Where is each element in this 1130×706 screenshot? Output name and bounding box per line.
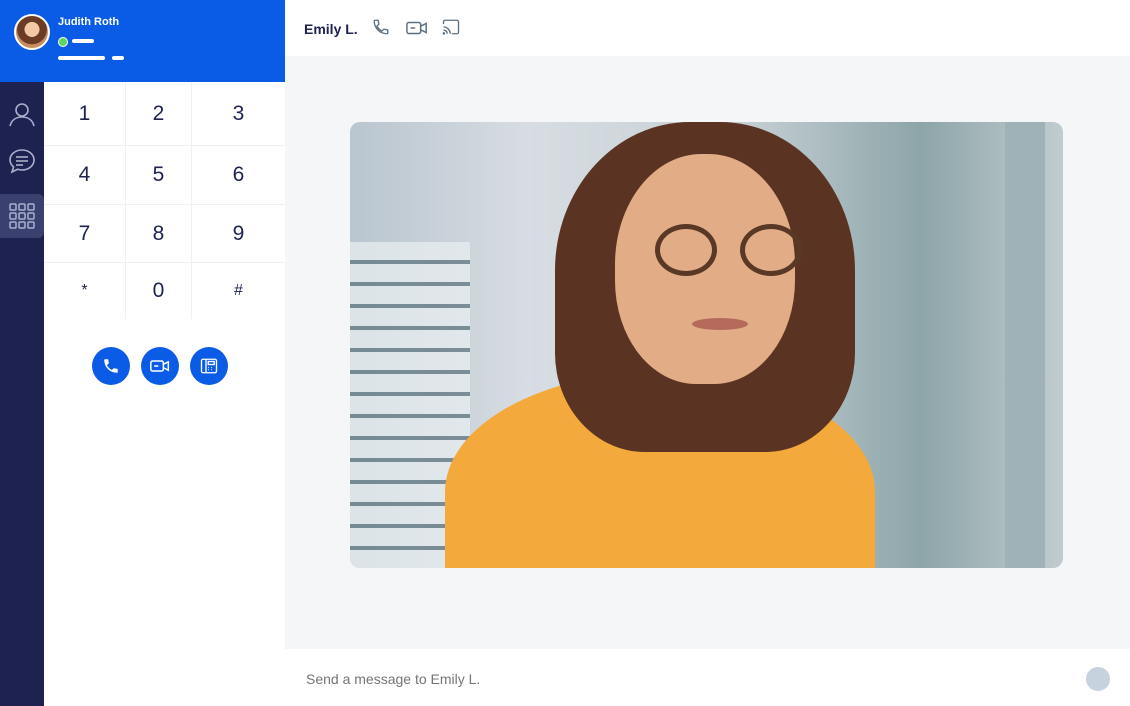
status-indicator <box>58 37 68 47</box>
participant-lips <box>692 318 748 330</box>
dialpad-keys: 1 2 3 4 5 6 7 8 9 * 0 # <box>44 82 285 319</box>
dialpad-panel: 1 2 3 4 5 6 7 8 9 * 0 # <box>44 82 285 706</box>
phone-icon <box>373 19 389 35</box>
status-text-placeholder <box>72 39 94 43</box>
profile-header: Judith Roth <box>0 0 285 82</box>
participant-glasses <box>740 224 802 276</box>
nav-rail <box>0 82 44 706</box>
key-star[interactable]: * <box>44 263 126 319</box>
send-button[interactable] <box>1086 667 1110 691</box>
nav-contacts[interactable] <box>0 92 44 136</box>
profile-detail-placeholder <box>58 56 105 60</box>
participant-glasses <box>655 224 717 276</box>
remote-video-feed <box>350 122 1063 568</box>
video-call-icon <box>406 21 427 35</box>
header-cast-button[interactable] <box>442 18 462 38</box>
video-call-icon <box>150 360 170 372</box>
profile-name: Judith Roth <box>58 16 120 28</box>
profile-detail-placeholder <box>112 56 124 60</box>
key-7[interactable]: 7 <box>44 205 126 263</box>
key-0[interactable]: 0 <box>126 263 192 319</box>
key-6[interactable]: 6 <box>192 146 285 205</box>
cast-icon <box>442 19 460 35</box>
message-input[interactable] <box>304 670 1008 688</box>
nav-dialpad[interactable] <box>0 194 44 238</box>
key-4[interactable]: 4 <box>44 146 126 205</box>
key-3[interactable]: 3 <box>192 82 285 146</box>
contact-name: Emily L. <box>304 21 358 37</box>
background-pillar <box>1005 122 1045 568</box>
nav-chat[interactable] <box>0 139 44 183</box>
message-composer <box>285 649 1130 706</box>
key-1[interactable]: 1 <box>44 82 126 146</box>
call-button[interactable] <box>92 347 130 385</box>
dialpad-icon <box>9 203 35 229</box>
key-2[interactable]: 2 <box>126 82 192 146</box>
header-call-button[interactable] <box>372 18 392 38</box>
avatar[interactable] <box>14 14 50 50</box>
phone-icon <box>104 359 118 373</box>
video-stage <box>285 56 1130 649</box>
key-5[interactable]: 5 <box>126 146 192 205</box>
fax-button[interactable] <box>190 347 228 385</box>
chat-icon <box>9 149 35 174</box>
video-call-button[interactable] <box>141 347 179 385</box>
key-9[interactable]: 9 <box>192 205 285 263</box>
header-video-button[interactable] <box>406 18 427 38</box>
key-hash[interactable]: # <box>192 263 285 319</box>
fax-icon <box>200 358 218 374</box>
conversation-header: Emily L. <box>285 0 1130 56</box>
key-8[interactable]: 8 <box>126 205 192 263</box>
contacts-icon <box>9 103 35 127</box>
